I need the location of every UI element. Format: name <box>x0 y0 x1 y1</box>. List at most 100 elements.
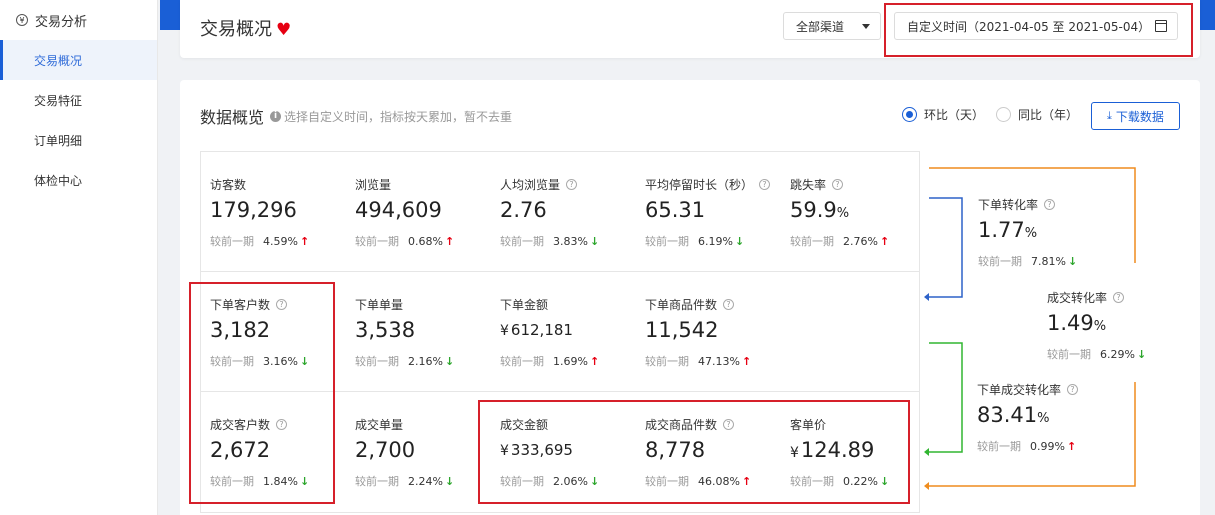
metric-value-number: 2,700 <box>355 438 416 462</box>
download-icon: ⤓ <box>1107 109 1112 122</box>
metric-compare: 较前一期 0.68% ↑ <box>355 233 495 249</box>
metric-value-number: 612,181 <box>510 321 573 339</box>
metric-label-text: 访客数 <box>210 177 247 192</box>
metric-label: 成交单量 <box>355 416 495 432</box>
sidebar-title: 交易分析 <box>35 14 88 30</box>
metric-compare: 较前一期 6.19% ↓ <box>645 233 785 249</box>
heart-icon[interactable]: ♥ <box>276 20 291 40</box>
arrow-up-icon: ↑ <box>879 234 890 248</box>
arrow-up-icon: ↑ <box>741 354 752 368</box>
metric-value: 494,609 <box>355 198 495 226</box>
metric-label-text: 浏览量 <box>355 177 392 192</box>
compare-label: 较前一期 <box>500 235 544 248</box>
channel-select[interactable]: 全部渠道 <box>783 12 881 40</box>
metric-value: 179,296 <box>210 198 350 226</box>
compare-label: 较前一期 <box>645 235 689 248</box>
radio-year-label[interactable]: 同比（年） <box>1018 106 1078 123</box>
sidebar-item-label: 交易概况 <box>34 53 83 68</box>
coin-icon: ¥ <box>16 14 28 26</box>
funnel-line-blue <box>929 197 963 298</box>
compare-label: 较前一期 <box>500 355 544 368</box>
metric-deal-count: 成交单量 2,700 较前一期 2.24% ↓ <box>355 416 495 489</box>
metric-compare: 较前一期 47.13% ↑ <box>645 353 785 369</box>
metric-label: 访客数 <box>210 176 350 192</box>
metric-label: 下单商品件数? <box>645 296 785 312</box>
sidebar-item-label: 体检中心 <box>34 173 83 188</box>
arrow-up-icon: ↑ <box>299 234 310 248</box>
section-title: 数据概览 i 选择自定义时间，指标按天累加，暂不去重 <box>200 104 512 128</box>
compare-label: 较前一期 <box>355 235 399 248</box>
metric-compare: 较前一期 1.69% ↑ <box>500 353 640 369</box>
metric-label-text: 下单金额 <box>500 297 549 312</box>
metric-label-text: 人均浏览量 <box>500 177 561 192</box>
compare-percent: 2.76% <box>843 234 878 248</box>
metric-value-number: 494,609 <box>355 198 442 222</box>
compare-label: 较前一期 <box>790 235 834 248</box>
sidebar-header[interactable]: ¥ 交易分析 <box>0 0 157 40</box>
top-accent-bar <box>160 0 182 30</box>
metric-label: 人均浏览量? <box>500 176 640 192</box>
radio-day[interactable] <box>902 107 917 122</box>
metric-label-text: 下单商品件数 <box>645 297 718 312</box>
sidebar-item-checkup[interactable]: 体检中心 <box>0 160 157 200</box>
compare-label: 较前一期 <box>210 235 254 248</box>
help-icon[interactable]: ? <box>566 178 578 190</box>
metric-compare: 较前一期 3.83% ↓ <box>500 233 640 249</box>
channel-select-value: 全部渠道 <box>796 19 845 34</box>
arrow-down-icon: ↓ <box>444 474 455 488</box>
metric-avg-pv: 人均浏览量? 2.76 较前一期 3.83% ↓ <box>500 176 640 249</box>
compare-percent: 6.19% <box>698 234 733 248</box>
metric-value-number: 59.9 <box>790 198 837 222</box>
funnel-arrow-blue <box>924 293 929 301</box>
row-divider <box>201 271 919 272</box>
metric-value: 11,542 <box>645 318 785 346</box>
caret-down-icon <box>862 24 870 29</box>
metric-order-items: 下单商品件数? 11,542 较前一期 47.13% ↑ <box>645 296 785 369</box>
metric-label: 跳失率? <box>790 176 930 192</box>
compare-percent: 0.68% <box>408 234 443 248</box>
section-hint: 选择自定义时间，指标按天累加，暂不去重 <box>284 109 513 124</box>
download-button[interactable]: ⤓ 下载数据 <box>1091 102 1180 130</box>
help-icon[interactable]: ? <box>723 298 735 310</box>
metric-value: 3,538 <box>355 318 495 346</box>
metric-order-amount: 下单金额 ¥612,181 较前一期 1.69% ↑ <box>500 296 640 369</box>
arrow-down-icon: ↓ <box>444 354 455 368</box>
metric-compare: 较前一期 2.24% ↓ <box>355 473 495 489</box>
help-icon[interactable]: ? <box>832 178 844 190</box>
compare-percent: 2.24% <box>408 474 443 488</box>
sidebar-item-features[interactable]: 交易特征 <box>0 80 157 120</box>
sidebar: ¥ 交易分析 交易概况 交易特征 订单明细 体检中心 <box>0 0 158 515</box>
metric-label: 下单单量 <box>355 296 495 312</box>
metric-value-number: 3,538 <box>355 318 416 342</box>
arrow-down-icon: ↓ <box>734 234 745 248</box>
metric-compare: 较前一期 4.59% ↑ <box>210 233 350 249</box>
arrow-up-icon: ↑ <box>444 234 455 248</box>
metric-bounce: 跳失率? 59.9% 较前一期 2.76% ↑ <box>790 176 930 249</box>
metric-label: 平均停留时长（秒）? <box>645 176 785 192</box>
sidebar-item-orders[interactable]: 订单明细 <box>0 120 157 160</box>
funnel-arrow-green <box>924 448 929 456</box>
download-label: 下载数据 <box>1115 109 1164 124</box>
metric-value: 2.76 <box>500 198 640 226</box>
metric-compare: 较前一期 2.76% ↑ <box>790 233 930 249</box>
metric-label-text: 跳失率 <box>790 177 827 192</box>
sidebar-item-label: 订单明细 <box>34 133 83 148</box>
metric-value: 2,700 <box>355 438 495 466</box>
arrow-up-icon: ↑ <box>589 354 600 368</box>
metric-pageviews: 浏览量 494,609 较前一期 0.68% ↑ <box>355 176 495 249</box>
metric-label-text: 下单单量 <box>355 297 404 312</box>
radio-day-label[interactable]: 环比（天） <box>924 106 984 123</box>
page-title-text: 交易概况 <box>200 19 272 40</box>
metric-label: 浏览量 <box>355 176 495 192</box>
compare-radio-group: 环比（天） 同比（年） <box>902 106 1090 123</box>
metric-unit: % <box>836 206 850 221</box>
compare-percent: 1.69% <box>553 354 588 368</box>
radio-year[interactable] <box>996 107 1012 122</box>
funnel-line-orange-top <box>929 167 1136 263</box>
metric-value: 65.31 <box>645 198 785 226</box>
highlight-customers <box>189 282 335 504</box>
metric-value-number: 2.76 <box>500 198 547 222</box>
help-icon[interactable]: ? <box>759 178 771 190</box>
info-icon: i <box>270 110 282 122</box>
sidebar-item-overview[interactable]: 交易概况 <box>0 40 157 80</box>
